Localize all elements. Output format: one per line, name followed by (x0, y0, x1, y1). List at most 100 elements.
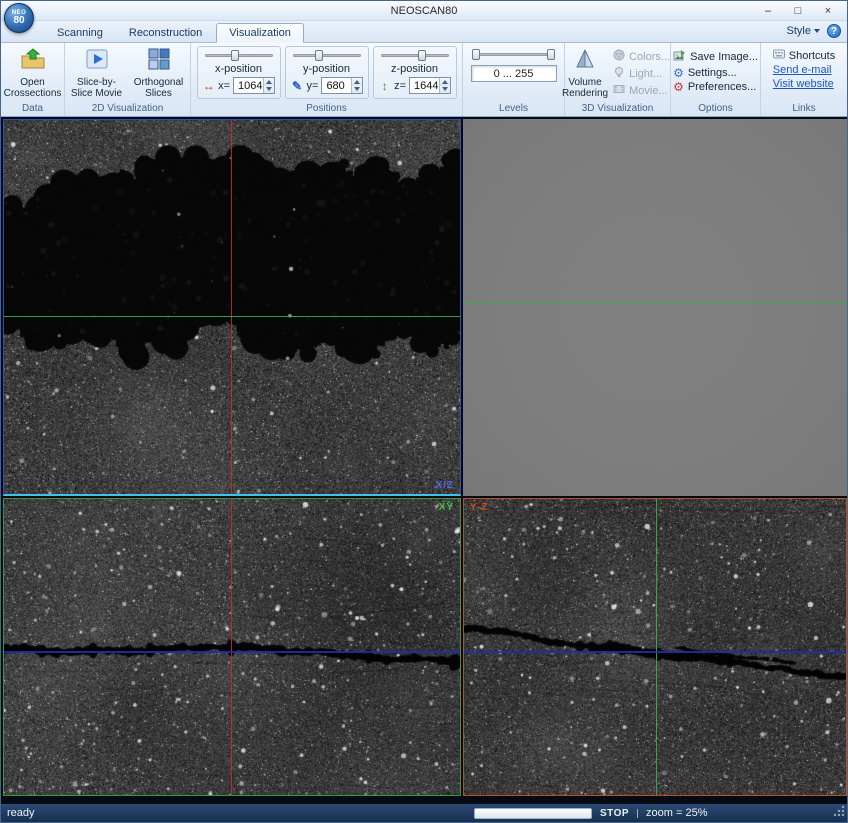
slider-thumb[interactable] (418, 50, 426, 61)
slice-by-slice-movie-button[interactable]: Slice-by-Slice Movie (68, 45, 126, 100)
yz-viewport: Y-Z (463, 498, 847, 796)
ribbon: Open Crossections Data Slice-by-Slice Mo… (1, 43, 847, 117)
movie-button[interactable]: Movie... (610, 83, 673, 98)
stop-button[interactable]: STOP (600, 808, 629, 819)
help-icon[interactable]: ? (827, 24, 841, 38)
colors-icon (613, 49, 625, 64)
ribbon-group-positions: x-position ↔ x= 1064 (191, 43, 463, 116)
x-position-line (231, 499, 232, 795)
progress-bar (474, 808, 592, 819)
window-controls: – □ × (753, 1, 843, 20)
group-label-links: Links (761, 103, 847, 116)
logo-text-bottom: 80 (13, 16, 24, 26)
xy-viewport: XY (3, 498, 461, 796)
ribbon-group-links: Shortcuts Send e-mail Visit website Link… (761, 43, 847, 116)
slider-thumb[interactable] (231, 50, 239, 61)
slider-track (293, 54, 361, 57)
y-position-line (4, 316, 460, 317)
x-position-value: 1064 (234, 78, 262, 93)
app-window: NEO 80 NEOSCAN80 – □ × Scanning Reconstr… (0, 0, 848, 823)
tab-scanning[interactable]: Scanning (45, 24, 115, 42)
preferences-button[interactable]: ⚙ Preferences... (670, 81, 761, 93)
xy-view-label: XY (439, 502, 454, 513)
settings-button[interactable]: ⚙ Settings... (670, 67, 761, 79)
y-prefix-label: y= (307, 80, 319, 92)
y-position-title: y-position (291, 63, 363, 75)
shortcuts-button[interactable]: Shortcuts (770, 49, 838, 62)
x-axis-icon: ↔ (203, 80, 216, 92)
y-position-slider[interactable] (291, 50, 363, 61)
tabrow-right-cluster: Style ? (787, 24, 841, 38)
tab-visualization[interactable]: Visualization (216, 23, 304, 43)
x-position-slider[interactable] (203, 50, 275, 61)
x-spin-down-button[interactable] (264, 86, 274, 94)
tab-reconstruction[interactable]: Reconstruction (117, 24, 214, 42)
orthogonal-slices-button[interactable]: Orthogonal Slices (130, 45, 188, 100)
xz-view-label: X/Z (435, 480, 454, 491)
minimize-button[interactable]: – (753, 1, 783, 20)
close-button[interactable]: × (813, 1, 843, 20)
empty-view-canvas[interactable] (463, 119, 847, 496)
z-position-slider[interactable] (379, 50, 451, 61)
light-button[interactable]: Light... (610, 66, 673, 81)
y-spin-up-button[interactable] (352, 78, 362, 86)
levels-high-thumb[interactable] (547, 49, 555, 60)
ribbon-group-data: Open Crossections Data (1, 43, 65, 116)
resize-grip[interactable] (832, 804, 845, 820)
slider-track (381, 54, 449, 57)
z-position-input[interactable]: 1644 (409, 77, 450, 94)
status-text: ready (1, 807, 35, 819)
save-image-button[interactable]: Save Image... (670, 49, 761, 65)
y-spin-down-button[interactable] (352, 86, 362, 94)
ribbon-group-3d-visualization: Volume Rendering Colors... Light... (565, 43, 671, 116)
group-label-positions: Positions (191, 103, 462, 116)
y-position-input[interactable]: 680 (321, 77, 362, 94)
z-position-title: z-position (379, 63, 451, 75)
shortcuts-icon (773, 49, 785, 62)
x-position-input[interactable]: 1064 (233, 77, 274, 94)
zoom-level-label: zoom = 25% (646, 807, 707, 819)
style-dropdown[interactable]: Style (787, 25, 820, 37)
group-label-data: Data (1, 103, 64, 116)
yz-view-label: Y-Z (470, 502, 489, 513)
group-label-options: Options (671, 103, 760, 116)
group-label-3d-visualization: 3D Visualization (565, 103, 670, 116)
statusbar: ready STOP zoom = 25% (1, 804, 847, 822)
group-label-levels: Levels (463, 103, 564, 116)
z-position-value: 1644 (410, 78, 438, 93)
levels-range-slider[interactable] (471, 49, 557, 60)
send-email-link[interactable]: Send e-mail (770, 64, 838, 76)
z-spin-up-button[interactable] (440, 78, 450, 86)
levels-low-thumb[interactable] (472, 49, 480, 60)
visit-website-link[interactable]: Visit website (770, 78, 838, 90)
x-position-line (231, 120, 232, 494)
z-spin-down-button[interactable] (440, 86, 450, 94)
y-position-line (656, 499, 657, 795)
group-label-2d-visualization: 2D Visualization (65, 103, 190, 116)
volume-rendering-button[interactable]: Volume Rendering (562, 45, 608, 100)
light-label: Light... (629, 68, 662, 80)
xz-viewport: X/Z (3, 119, 461, 496)
preferences-gear-icon: ⚙ (673, 81, 684, 93)
y-axis-icon: ✎ (291, 80, 304, 92)
levels-range-value: 0 ... 255 (471, 65, 557, 82)
x-spin-up-button[interactable] (264, 78, 274, 86)
colors-label: Colors... (629, 51, 670, 63)
save-image-icon (673, 49, 686, 65)
colors-button[interactable]: Colors... (610, 49, 673, 64)
film-icon (613, 83, 625, 98)
preferences-label: Preferences... (688, 81, 756, 93)
z-prefix-label: z= (394, 80, 406, 92)
y-position-value: 680 (322, 78, 350, 93)
open-crossections-button[interactable]: Open Crossections (4, 45, 62, 100)
movie-label: Movie... (629, 85, 668, 97)
y-position-panel: y-position ✎ y= 680 (285, 46, 369, 99)
ribbon-tab-bar: Scanning Reconstruction Visualization St… (1, 21, 847, 43)
slider-thumb[interactable] (315, 50, 323, 61)
viewport-area: X/Z XY Y-Z (1, 117, 847, 804)
open-crossections-label: Open Crossections (4, 77, 62, 100)
empty-viewport (463, 119, 847, 496)
maximize-button[interactable]: □ (783, 1, 813, 20)
style-dropdown-label: Style (787, 25, 811, 37)
volume-rendering-label: Volume Rendering (562, 77, 608, 100)
